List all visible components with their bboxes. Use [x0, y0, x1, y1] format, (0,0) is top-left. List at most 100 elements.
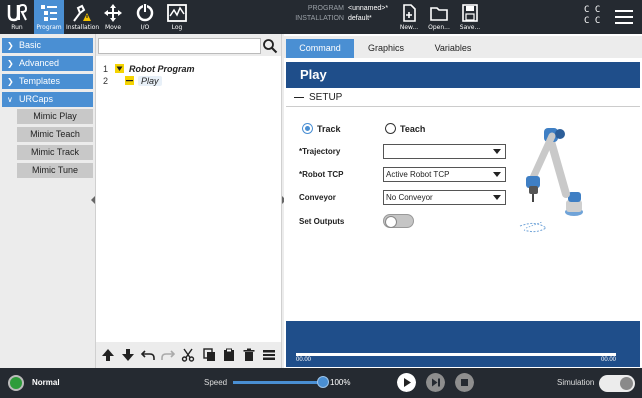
setup-section-header[interactable]: — SETUP: [286, 89, 640, 107]
playback-timeline: 00.00 00.00: [286, 321, 640, 367]
track-radio[interactable]: Track: [302, 123, 341, 136]
robot-status-label: Normal: [32, 378, 60, 387]
stop-button[interactable]: [455, 373, 474, 392]
trajectory-dropdown[interactable]: [383, 144, 506, 159]
installation-icon: [73, 4, 91, 22]
move-up-icon[interactable]: [101, 348, 115, 362]
dropdown-arrow-icon: [493, 172, 501, 177]
search-icon[interactable]: [262, 38, 278, 54]
delete-icon[interactable]: [242, 348, 256, 362]
teach-label: Teach: [400, 124, 426, 134]
cut-icon[interactable]: [181, 348, 195, 362]
conveyor-dropdown[interactable]: No Conveyor: [383, 190, 506, 205]
paste-icon[interactable]: [222, 348, 236, 362]
collapse-triangle-icon[interactable]: [114, 64, 124, 73]
chevron-down-icon: ∨: [7, 95, 13, 104]
tree-row-play[interactable]: 2 Play: [96, 75, 162, 87]
tree-line-number: 2: [102, 76, 108, 86]
setup-label: SETUP: [309, 92, 343, 103]
open-label: Open...: [428, 24, 450, 31]
open-button[interactable]: Open...: [424, 0, 454, 34]
top-bar: Run Program Installation Move I/O Log PR…: [0, 0, 642, 34]
timeline-scrubber[interactable]: [296, 353, 616, 356]
robot-arm-icon: [519, 128, 583, 233]
simulation-toggle[interactable]: [599, 375, 635, 392]
tab-bar: Command Graphics Variables: [284, 36, 642, 58]
copy-icon[interactable]: [202, 348, 216, 362]
timeline-end-time: 00.00: [600, 357, 616, 363]
io-button[interactable]: I/O: [130, 0, 160, 34]
sidebar-item-label: Advanced: [19, 58, 60, 68]
redo-icon[interactable]: [161, 348, 176, 362]
collapse-dash-icon: —: [294, 92, 304, 103]
node-sidebar: ❯ Basic ❯ Advanced ❯ Templates ∨ URCaps Mimi…: [0, 34, 93, 368]
robot-tcp-dropdown[interactable]: Active Robot TCP: [383, 167, 506, 182]
move-label: Move: [104, 24, 122, 31]
program-info: PROGRAM <unnamed>* INSTALLATION default*: [278, 4, 396, 24]
program-button[interactable]: Program: [34, 0, 64, 34]
program-tree-panel: 1 Robot Program 2 Play: [95, 34, 282, 368]
cc-label-bottom: C C: [584, 16, 601, 26]
program-label: Program: [36, 24, 62, 31]
dropdown-arrow-icon: [493, 195, 501, 200]
robot-status-button[interactable]: [8, 375, 24, 391]
sidebar-item-templates[interactable]: ❯ Templates: [2, 74, 93, 89]
tree-label-robot-program: Robot Program: [129, 64, 195, 74]
move-button[interactable]: Move: [98, 0, 128, 34]
play-button[interactable]: [397, 373, 416, 392]
undo-icon[interactable]: [141, 348, 156, 362]
sidebar-item-urcaps[interactable]: ∨ URCaps: [2, 92, 93, 107]
radio-selected-icon: [302, 123, 313, 134]
tree-search-input[interactable]: [98, 38, 261, 54]
play-node-icon: [124, 76, 134, 85]
robot-tcp-label: *Robot TCP: [299, 170, 344, 179]
save-button[interactable]: Save...: [455, 0, 485, 34]
save-icon: [462, 4, 478, 22]
ur-logo-icon: [7, 3, 28, 22]
sidebar-subitem-mimic-track[interactable]: Mimic Track: [17, 145, 93, 160]
tree-line-number: 1: [102, 64, 108, 74]
speed-label: Speed: [204, 378, 228, 387]
program-name: <unnamed>*: [348, 5, 389, 12]
sidebar-item-advanced[interactable]: ❯ Advanced: [2, 56, 93, 71]
sidebar-item-basic[interactable]: ❯ Basic: [2, 38, 93, 53]
sidebar-subitem-mimic-tune[interactable]: Mimic Tune: [17, 163, 93, 178]
suppress-icon[interactable]: [262, 348, 276, 362]
installation-name: default*: [348, 15, 372, 22]
installation-button[interactable]: Installation: [66, 0, 99, 34]
log-label: Log: [171, 24, 183, 31]
simulation-label: Simulation: [557, 378, 595, 387]
chevron-right-icon: ❯: [7, 59, 14, 68]
sidebar-subitem-mimic-teach[interactable]: Mimic Teach: [17, 127, 93, 142]
speed-slider-track[interactable]: [233, 381, 323, 384]
node-editor-panel: Command Graphics Variables Play — SETUP T…: [284, 34, 642, 368]
step-button[interactable]: [426, 373, 445, 392]
run-label: Run: [11, 24, 23, 31]
move-down-icon[interactable]: [121, 348, 135, 362]
program-icon: [41, 5, 57, 21]
new-button[interactable]: New...: [394, 0, 424, 34]
teach-radio[interactable]: Teach: [385, 123, 425, 136]
timeline-start-time: 00.00: [296, 357, 312, 363]
log-button[interactable]: Log: [162, 0, 192, 34]
chevron-right-icon: ❯: [7, 41, 14, 50]
tab-command[interactable]: Command: [286, 39, 354, 58]
menu-icon: [615, 10, 633, 24]
conveyor-label: Conveyor: [299, 193, 336, 202]
conveyor-value: No Conveyor: [386, 193, 433, 202]
node-title: Play: [286, 62, 640, 88]
tree-row-robot-program[interactable]: 1 Robot Program: [96, 63, 195, 75]
speed-slider-handle[interactable]: [317, 376, 329, 388]
tree-toolbar: [96, 344, 281, 366]
cc-indicator: C C C C: [584, 5, 600, 27]
tab-variables[interactable]: Variables: [422, 39, 484, 58]
tree-label-play: Play: [138, 76, 162, 86]
run-button[interactable]: Run: [2, 0, 32, 34]
open-folder-icon: [430, 7, 448, 21]
sidebar-subitem-mimic-play[interactable]: Mimic Play: [17, 109, 93, 124]
bottom-bar: Normal Speed 100% Simulation: [0, 368, 642, 398]
tab-graphics[interactable]: Graphics: [358, 39, 414, 58]
set-outputs-toggle[interactable]: [383, 214, 414, 228]
hamburger-menu-button[interactable]: [614, 8, 634, 26]
program-tree: 1 Robot Program 2 Play: [96, 56, 281, 342]
